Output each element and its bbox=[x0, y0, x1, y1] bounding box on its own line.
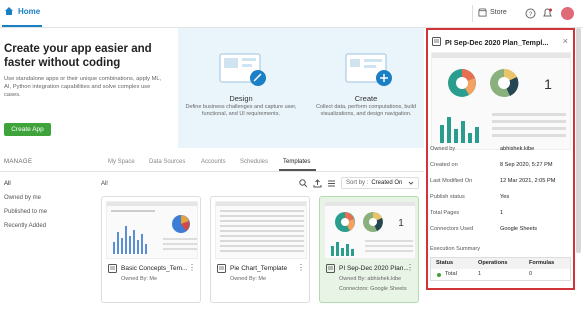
tab-data-sources[interactable]: Data Sources bbox=[149, 159, 185, 165]
template-detail-panel: PI Sep-Dec 2020 Plan_Templ... × 1 Owned … bbox=[426, 28, 575, 290]
template-card[interactable]: Pie Chart_Template Owned By: Me ⋮ bbox=[210, 196, 310, 303]
avatar[interactable] bbox=[561, 7, 574, 20]
template-card-selected[interactable]: 1 PI Sep-Dec 2020 Plan... Owned By: abhi… bbox=[319, 196, 419, 303]
detail-value: 8 Sep 2020, 5:27 PM bbox=[500, 162, 553, 168]
more-options-icon[interactable]: ⋮ bbox=[297, 263, 305, 272]
tab-my-space[interactable]: My Space bbox=[108, 159, 135, 165]
create-app-button[interactable]: Create App bbox=[4, 123, 51, 136]
table-header: Status Operations Formulas bbox=[431, 258, 570, 269]
step-design-description: Define business challenges and capture u… bbox=[185, 104, 297, 117]
detail-value: 1 bbox=[500, 210, 504, 216]
hero-steps-panel: Design Define business challenges and ca… bbox=[178, 28, 424, 148]
divider bbox=[472, 5, 473, 22]
tab-schedules[interactable]: Schedules bbox=[240, 159, 268, 165]
app-icon bbox=[217, 264, 226, 273]
notifications-icon[interactable] bbox=[542, 8, 553, 19]
app-icon bbox=[326, 264, 335, 273]
card-owner: Owned By: Me bbox=[121, 276, 158, 282]
detail-label: Total Pages bbox=[430, 210, 460, 216]
detail-label: Publish status bbox=[430, 194, 465, 200]
svg-text:1: 1 bbox=[544, 76, 552, 92]
sort-select[interactable]: Sort by : Created On bbox=[341, 177, 419, 189]
column-header: Status bbox=[436, 260, 454, 266]
close-icon[interactable]: × bbox=[563, 36, 568, 46]
detail-row: Total Pages 1 bbox=[430, 210, 573, 216]
search-icon[interactable] bbox=[299, 179, 308, 188]
step-create-description: Collect data, perform computations, buil… bbox=[316, 104, 416, 117]
help-icon[interactable]: ? bbox=[525, 8, 536, 19]
divider bbox=[0, 171, 424, 172]
detail-label: Created on bbox=[430, 162, 458, 168]
design-icon bbox=[219, 53, 266, 86]
detail-row: Connectors Used Google Sheets bbox=[430, 226, 573, 232]
column-header: Formulas bbox=[529, 260, 555, 266]
template-card[interactable]: Basic Concepts_Tem... Owned By: Me ⋮ bbox=[101, 196, 201, 303]
card-title: PI Sep-Dec 2020 Plan... bbox=[339, 265, 409, 272]
detail-value: 12 Mar 2021, 2:05 PM bbox=[500, 178, 556, 184]
step-design-title: Design bbox=[229, 94, 253, 103]
app-icon bbox=[432, 37, 441, 46]
sort-value: Created On bbox=[371, 180, 403, 186]
store-label: Store bbox=[490, 9, 507, 16]
more-options-icon[interactable]: ⋮ bbox=[188, 263, 196, 272]
home-tab-indicator bbox=[2, 25, 42, 27]
detail-row: Publish status Yes bbox=[430, 194, 573, 200]
sidebar-item-recently-added[interactable]: Recently Added bbox=[4, 223, 46, 229]
card-owner: Owned By: Me bbox=[230, 276, 267, 282]
column-header: Operations bbox=[478, 260, 508, 266]
detail-row: Last Modified On 12 Mar 2021, 2:05 PM bbox=[430, 178, 573, 184]
detail-label: Connectors Used bbox=[430, 226, 474, 232]
sidebar-item-all[interactable]: All bbox=[4, 181, 11, 187]
chevron-down-icon bbox=[408, 181, 414, 185]
detail-value: Google Sheets bbox=[500, 226, 538, 232]
top-bar: Home Store ? bbox=[0, 0, 583, 28]
svg-text:?: ? bbox=[529, 12, 533, 18]
execution-summary-heading: Execution Summary bbox=[430, 246, 481, 252]
card-thumbnail bbox=[106, 201, 198, 259]
hero-description: Use standalone apps or their unique comb… bbox=[4, 76, 162, 98]
create-icon bbox=[345, 53, 392, 86]
table-cell: 0 bbox=[529, 271, 533, 277]
home-label: Home bbox=[18, 6, 41, 16]
card-connectors: Connectors: Google Sheets bbox=[339, 286, 407, 292]
home-tab[interactable]: Home bbox=[4, 6, 40, 16]
execution-summary-table: Status Operations Formulas Total 1 0 bbox=[430, 257, 571, 281]
detail-value: abhishek.kibe bbox=[500, 146, 535, 152]
detail-label: Last Modified On bbox=[430, 178, 473, 184]
card-title: Pie Chart_Template bbox=[230, 265, 288, 272]
table-cell: 1 bbox=[478, 271, 482, 277]
detail-label: Owned by bbox=[430, 146, 456, 152]
upload-icon[interactable] bbox=[313, 179, 322, 188]
sidebar-item-published-to-me[interactable]: Published to me bbox=[4, 209, 47, 215]
card-thumbnail bbox=[215, 201, 307, 259]
sort-label: Sort by : bbox=[346, 180, 369, 186]
list-view-icon[interactable] bbox=[327, 179, 336, 188]
home-icon bbox=[5, 7, 13, 15]
panel-title: PI Sep-Dec 2020 Plan_Templ... bbox=[445, 38, 549, 47]
manage-heading: MANAGE bbox=[4, 159, 33, 165]
scrollbar[interactable] bbox=[576, 28, 581, 253]
list-filter-label: All bbox=[101, 181, 108, 187]
app-icon bbox=[108, 264, 117, 273]
detail-row: Owned by abhishek.kibe bbox=[430, 146, 573, 152]
hero-title: Create your app easier and faster withou… bbox=[4, 43, 152, 69]
status-dot-icon bbox=[437, 273, 441, 277]
detail-row: Created on 8 Sep 2020, 5:27 PM bbox=[430, 162, 573, 168]
table-row: Total 1 0 bbox=[431, 269, 570, 280]
tab-templates[interactable]: Templates bbox=[283, 159, 310, 165]
card-owner: Owned By: abhishek.kibe bbox=[339, 276, 402, 282]
panel-thumbnail: 1 bbox=[431, 52, 571, 150]
store-icon bbox=[478, 8, 487, 17]
sidebar-item-owned-by-me[interactable]: Owned by me bbox=[4, 195, 41, 201]
card-title: Basic Concepts_Tem... bbox=[121, 265, 188, 272]
more-options-icon[interactable]: ⋮ bbox=[406, 263, 414, 272]
store-button[interactable]: Store bbox=[478, 8, 507, 17]
detail-value: Yes bbox=[500, 194, 510, 200]
tab-accounts[interactable]: Accounts bbox=[201, 159, 226, 165]
step-create-title: Create bbox=[354, 94, 378, 103]
card-thumbnail: 1 bbox=[324, 201, 416, 259]
table-cell: Total bbox=[445, 271, 457, 277]
svg-text:1: 1 bbox=[398, 218, 404, 229]
